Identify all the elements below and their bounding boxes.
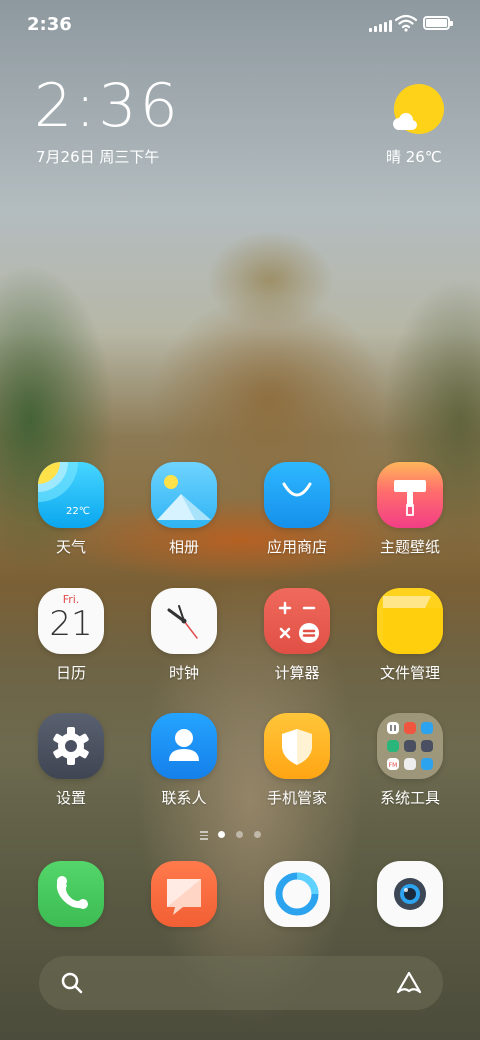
app-label: 手机管家	[266, 789, 327, 807]
app-calculator[interactable]: 计算器	[249, 588, 345, 683]
app-label: 天气	[55, 538, 86, 556]
dock-phone[interactable]	[23, 861, 119, 927]
status-time: 2:36	[27, 14, 72, 35]
signal-icon	[369, 18, 392, 32]
clock-date[interactable]: 7月26日 周三下午	[36, 146, 159, 167]
app-label: 主题壁纸	[379, 538, 440, 556]
gallery-icon	[151, 462, 217, 528]
weather-app-icon: 22℃	[38, 462, 104, 528]
clock-time[interactable]: 2:36	[34, 76, 181, 136]
browser-icon	[264, 861, 330, 927]
camera-icon	[377, 861, 443, 927]
app-label: 应用商店	[266, 538, 327, 556]
page-dot[interactable]	[236, 831, 243, 838]
contacts-person-icon	[151, 713, 217, 779]
calculator-icon	[264, 588, 330, 654]
page-indicator	[0, 829, 480, 841]
theme-paint-roller-icon	[377, 462, 443, 528]
app-label: 时钟	[168, 664, 199, 682]
page-list-icon[interactable]	[200, 831, 208, 842]
calendar-icon-date: 21	[49, 604, 93, 644]
dock-messages[interactable]	[136, 861, 232, 927]
app-calendar[interactable]: Fri. 21 日历	[23, 588, 119, 683]
page-dot[interactable]	[254, 831, 261, 838]
messages-icon	[151, 861, 217, 927]
app-security[interactable]: 手机管家	[249, 713, 345, 808]
app-label: 联系人	[161, 789, 207, 807]
dock-camera[interactable]	[362, 861, 458, 927]
app-clock[interactable]: 时钟	[136, 588, 232, 683]
weather-app-temp: 22℃	[66, 506, 90, 517]
app-themes[interactable]: 主题壁纸	[362, 462, 458, 557]
weather-summary[interactable]: 晴 26℃	[386, 146, 442, 167]
app-store[interactable]: 应用商店	[249, 462, 345, 557]
page-dot-active[interactable]	[218, 831, 225, 838]
search-icon[interactable]	[59, 970, 85, 996]
dock-browser[interactable]	[249, 861, 345, 927]
folder-icon	[377, 588, 443, 654]
settings-gear-icon	[38, 713, 104, 779]
status-bar: 2:36	[0, 0, 480, 50]
battery-icon	[423, 16, 453, 30]
app-label: 计算器	[274, 664, 320, 682]
app-files[interactable]: 文件管理	[362, 588, 458, 683]
app-settings[interactable]: 设置	[23, 713, 119, 808]
calendar-icon: Fri. 21	[38, 588, 104, 654]
app-store-icon	[264, 462, 330, 528]
folder-preview-icon: FM	[377, 713, 443, 779]
phone-icon	[38, 861, 104, 927]
app-label: 文件管理	[379, 664, 440, 682]
app-label: 相册	[168, 538, 199, 556]
fm-radio-icon: FM	[389, 762, 398, 769]
clock-app-icon	[151, 588, 217, 654]
security-shield-icon	[264, 713, 330, 779]
app-gallery[interactable]: 相册	[136, 462, 232, 557]
app-weather[interactable]: 22℃ 天气	[23, 462, 119, 557]
app-contacts[interactable]: 联系人	[136, 713, 232, 808]
folder-system-tools[interactable]: FM 系统工具	[362, 713, 458, 808]
wifi-icon	[395, 14, 417, 32]
weather-sun-icon[interactable]	[388, 82, 446, 140]
search-bar[interactable]	[39, 956, 443, 1010]
app-label: 日历	[55, 664, 86, 682]
app-label: 系统工具	[379, 789, 440, 807]
assistant-icon[interactable]	[394, 970, 424, 996]
app-label: 设置	[55, 789, 86, 807]
